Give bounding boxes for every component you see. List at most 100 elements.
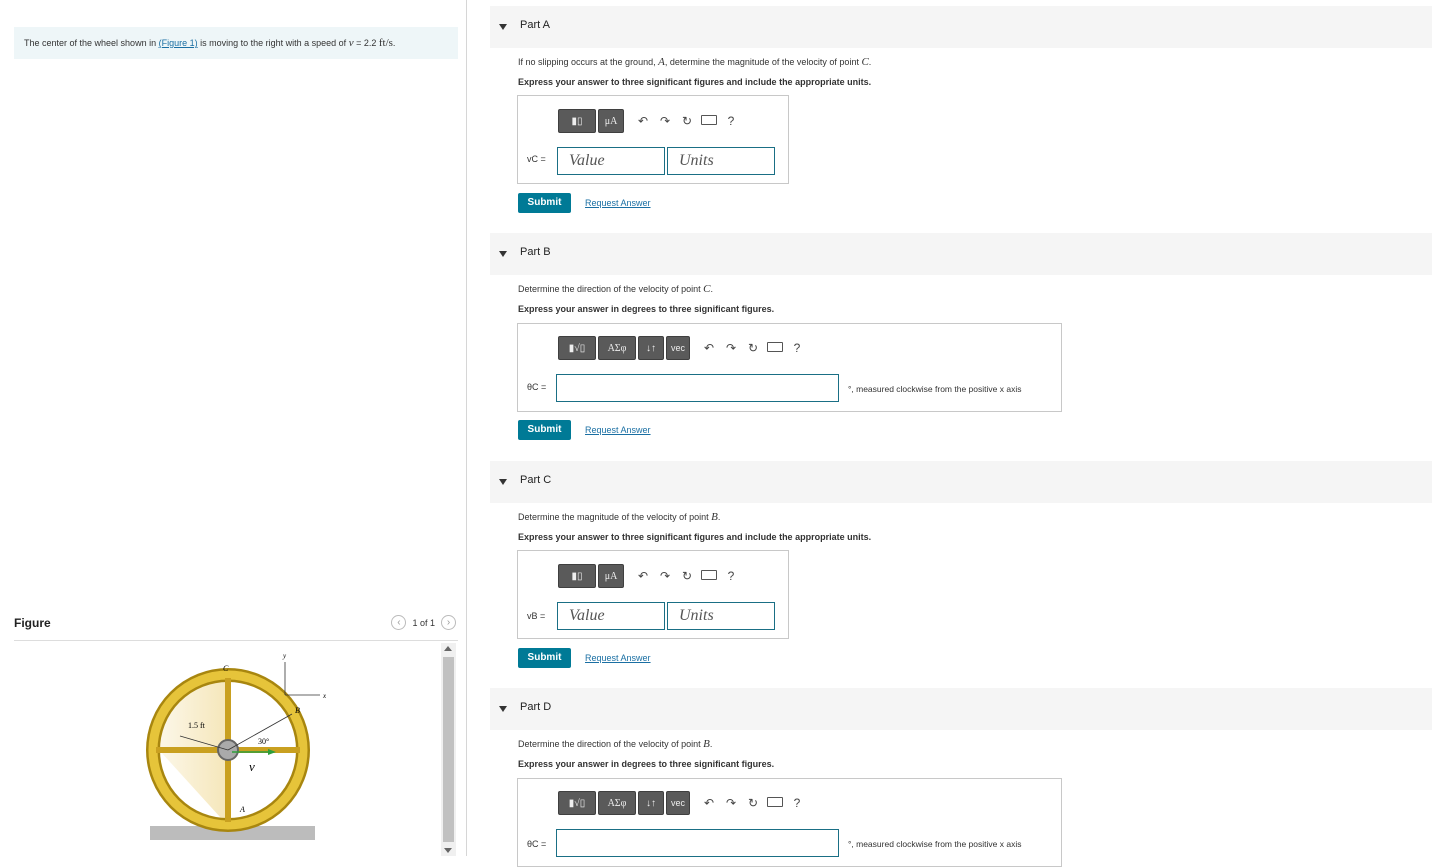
reset-icon[interactable]: ↻: [676, 569, 698, 583]
question-text-end: .: [868, 57, 872, 67]
part-c-value-input[interactable]: Value: [557, 602, 665, 630]
figure-header: Figure ‹ 1 of 1 ›: [14, 612, 458, 641]
part-b-title: Part B: [520, 246, 551, 258]
figure-pager: ‹ 1 of 1 ›: [391, 615, 456, 630]
part-a-units-input[interactable]: Units: [667, 147, 775, 175]
part-b-request-answer-link[interactable]: Request Answer: [585, 425, 651, 435]
greek-button[interactable]: ΑΣφ: [598, 336, 636, 360]
undo-icon[interactable]: ↶: [632, 569, 654, 583]
question-var-b: B: [711, 511, 718, 523]
part-d-header[interactable]: Part D: [490, 688, 1432, 730]
templates-button[interactable]: ▮√▯: [558, 336, 596, 360]
template-icon: ▮√▯: [568, 797, 586, 809]
figure-title: Figure: [14, 616, 51, 630]
part-c-submit-button[interactable]: Submit: [518, 648, 571, 668]
keyboard-icon[interactable]: [764, 796, 786, 810]
reset-icon[interactable]: ↻: [676, 114, 698, 128]
collapse-triangle-icon[interactable]: [499, 479, 507, 485]
part-a-answer-box: ▮▯ μA ↶ ↷ ↻ ? vC = Value Units: [517, 95, 789, 184]
question-text-mid: , determine the magnitude of the velocit…: [664, 57, 862, 67]
part-c-toolbar: ▮▯ μA ↶ ↷ ↻ ?: [558, 564, 742, 588]
next-figure-button[interactable]: ›: [441, 615, 456, 630]
speed-eq: = 2.2: [353, 38, 379, 48]
keyboard-icon[interactable]: [698, 114, 720, 128]
template-icon: ▮√▯: [568, 342, 586, 354]
part-d-angle-input[interactable]: [556, 829, 839, 857]
problem-text-2: is moving to the right with a speed of: [197, 38, 349, 48]
pager-text: 1 of 1: [412, 617, 435, 628]
collapse-triangle-icon[interactable]: [499, 706, 507, 712]
part-a-submit-button[interactable]: Submit: [518, 193, 571, 213]
part-c-header[interactable]: Part C: [490, 461, 1432, 503]
question-var-c: C: [861, 56, 869, 68]
undo-icon[interactable]: ↶: [698, 796, 720, 810]
part-d-unit-note: °, measured clockwise from the positive …: [848, 839, 1022, 849]
part-c-units-input[interactable]: Units: [667, 602, 775, 630]
arrows-icon: ↓↑: [646, 797, 656, 809]
reset-icon[interactable]: ↻: [742, 796, 764, 810]
vector-button[interactable]: vec: [666, 791, 690, 815]
part-a-header[interactable]: Part A: [490, 6, 1432, 48]
redo-icon[interactable]: ↷: [654, 114, 676, 128]
part-d-question: Determine the direction of the velocity …: [518, 738, 712, 750]
redo-icon[interactable]: ↷: [720, 796, 742, 810]
collapse-triangle-icon[interactable]: [499, 251, 507, 257]
velocity-label: v: [249, 759, 255, 774]
arrows-button[interactable]: ↓↑: [638, 791, 664, 815]
reset-icon[interactable]: ↻: [742, 341, 764, 355]
help-icon[interactable]: ?: [786, 341, 808, 355]
templates-button[interactable]: ▮√▯: [558, 791, 596, 815]
problem-period: .: [392, 38, 396, 48]
keyboard-icon[interactable]: [698, 569, 720, 583]
part-b-toolbar: ▮√▯ ΑΣφ ↓↑ vec ↶ ↷ ↻ ?: [558, 336, 808, 360]
undo-icon[interactable]: ↶: [632, 114, 654, 128]
collapse-triangle-icon[interactable]: [499, 24, 507, 30]
angle-label: 30°: [258, 737, 269, 746]
part-b-angle-input[interactable]: [556, 374, 839, 402]
problem-text: The center of the wheel shown in: [24, 38, 159, 48]
help-icon[interactable]: ?: [720, 569, 742, 583]
part-a-request-answer-link[interactable]: Request Answer: [585, 198, 651, 208]
templates-button[interactable]: ▮▯: [558, 564, 596, 588]
units-button[interactable]: μA: [598, 109, 624, 133]
question-var-a: A: [658, 56, 665, 68]
part-a-value-input[interactable]: Value: [557, 147, 665, 175]
part-c-var-label: vB =: [527, 611, 546, 621]
help-icon[interactable]: ?: [786, 796, 808, 810]
part-a-var-label: vC =: [527, 154, 546, 164]
part-d-toolbar: ▮√▯ ΑΣφ ↓↑ vec ↶ ↷ ↻ ?: [558, 791, 808, 815]
part-c-instruction: Express your answer to three significant…: [518, 532, 872, 542]
arrows-button[interactable]: ↓↑: [638, 336, 664, 360]
question-text: Determine the direction of the velocity …: [518, 739, 704, 749]
redo-icon[interactable]: ↷: [654, 569, 676, 583]
chevron-right-icon: ›: [446, 617, 451, 628]
chevron-left-icon: ‹: [397, 617, 401, 628]
scroll-down-icon[interactable]: [444, 848, 452, 853]
template-icon: ▮▯: [571, 570, 583, 582]
templates-button[interactable]: ▮▯: [558, 109, 596, 133]
keyboard-icon[interactable]: [764, 341, 786, 355]
part-b-submit-button[interactable]: Submit: [518, 420, 571, 440]
problem-panel: The center of the wheel shown in (Figure…: [0, 0, 467, 856]
part-b-header[interactable]: Part B: [490, 233, 1432, 275]
prev-figure-button[interactable]: ‹: [391, 615, 407, 630]
undo-icon[interactable]: ↶: [698, 341, 720, 355]
question-text-end: .: [717, 512, 721, 522]
units-button[interactable]: μA: [598, 564, 624, 588]
part-c-question: Determine the magnitude of the velocity …: [518, 511, 720, 523]
redo-icon[interactable]: ↷: [720, 341, 742, 355]
question-text-end: .: [709, 739, 713, 749]
scroll-up-icon[interactable]: [444, 646, 452, 651]
part-a-title: Part A: [520, 19, 550, 31]
greek-button[interactable]: ΑΣφ: [598, 791, 636, 815]
vector-button[interactable]: vec: [666, 336, 690, 360]
figure-link[interactable]: (Figure 1): [159, 38, 198, 48]
part-b-question: Determine the direction of the velocity …: [518, 283, 713, 295]
help-icon[interactable]: ?: [720, 114, 742, 128]
scroll-thumb[interactable]: [443, 657, 454, 842]
part-b-answer-box: ▮√▯ ΑΣφ ↓↑ vec ↶ ↷ ↻ ? θC = °, measured …: [517, 323, 1062, 412]
speed-unit: ft/s: [378, 37, 393, 49]
question-text: Determine the magnitude of the velocity …: [518, 512, 712, 522]
part-c-request-answer-link[interactable]: Request Answer: [585, 653, 651, 663]
figure-scrollbar[interactable]: [441, 643, 456, 856]
